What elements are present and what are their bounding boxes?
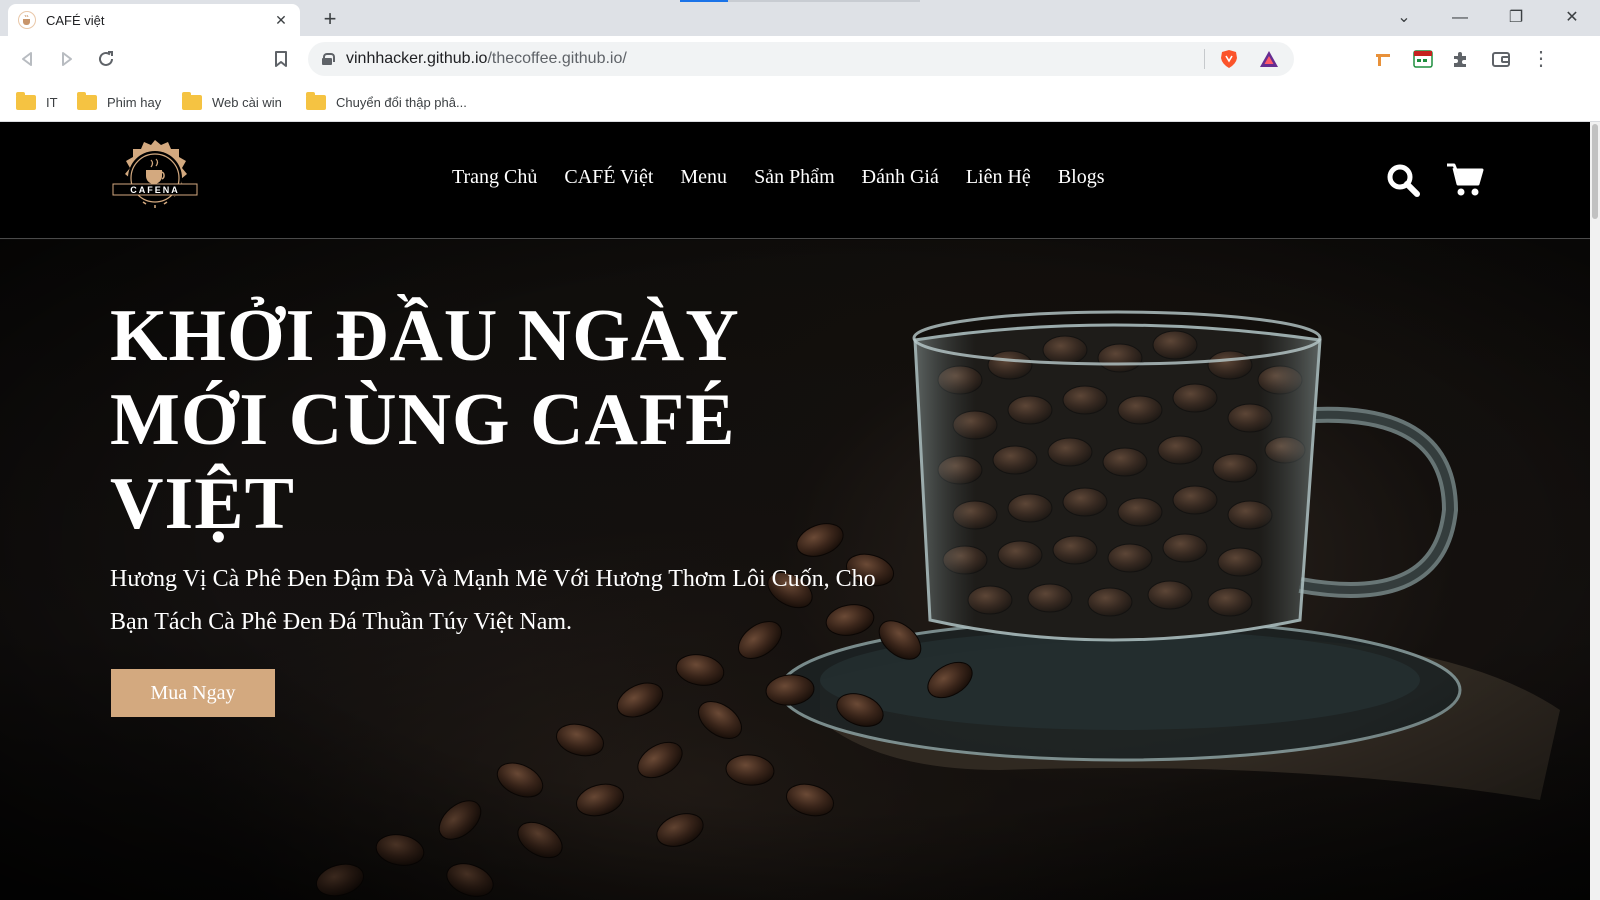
- reload-icon[interactable]: [93, 46, 119, 72]
- folder-icon: [16, 91, 36, 110]
- new-tab-button[interactable]: +: [316, 6, 344, 34]
- bookmark-icon[interactable]: [268, 46, 294, 72]
- minimize-button[interactable]: —: [1440, 6, 1480, 30]
- loading-track: [728, 0, 920, 2]
- close-tab-icon[interactable]: ✕: [272, 12, 290, 29]
- extension-calendar-icon[interactable]: [1410, 46, 1436, 72]
- bookmark-folder[interactable]: IT: [16, 90, 58, 114]
- tab-strip: CAFÉ việt ✕ + ⌄ — ❐ ✕: [0, 0, 1600, 36]
- cafena-logo[interactable]: CAFENA: [108, 138, 202, 218]
- browser-tab[interactable]: CAFÉ việt ✕: [8, 4, 300, 36]
- bookmark-label: Phim hay: [107, 94, 162, 110]
- scrollbar-thumb[interactable]: [1592, 124, 1598, 219]
- lock-icon: [322, 53, 335, 65]
- restore-button[interactable]: ❐: [1496, 6, 1536, 30]
- nav-trang-chu[interactable]: Trang Chủ: [452, 166, 537, 189]
- bookmark-label: Web cài win: [212, 94, 282, 110]
- buy-now-button[interactable]: Mua Ngay: [111, 669, 275, 717]
- close-window-button[interactable]: ✕: [1552, 6, 1592, 30]
- address-bar[interactable]: vinhhacker.github.io/thecoffee.github.io…: [308, 42, 1294, 76]
- coffee-favicon-icon: [18, 11, 36, 29]
- main-nav: Trang Chủ CAFÉ Việt Menu Sản Phẩm Đánh G…: [452, 166, 1105, 189]
- site-header: CAFENA Trang Chủ CAFÉ Việt Menu Sản Phẩm…: [0, 122, 1590, 239]
- bookmark-label: IT: [46, 94, 58, 110]
- nav-menu[interactable]: Menu: [680, 166, 727, 189]
- nav-danh-gia[interactable]: Đánh Giá: [862, 166, 939, 189]
- folder-icon: [77, 91, 97, 110]
- wallet-icon[interactable]: [1488, 46, 1514, 72]
- page-viewport: CAFENA Trang Chủ CAFÉ Việt Menu Sản Phẩm…: [0, 122, 1600, 900]
- extensions-puzzle-icon[interactable]: [1448, 46, 1474, 72]
- nav-blogs[interactable]: Blogs: [1058, 166, 1105, 189]
- bookmark-folder[interactable]: Web cài win: [182, 90, 282, 114]
- bookmark-folder[interactable]: Phim hay: [77, 90, 161, 114]
- hero-title: KHỞI ĐẦU NGÀY MỚI CÙNG CAFÉ VIỆT: [110, 295, 737, 545]
- nav-cafe-viet[interactable]: CAFÉ Việt: [564, 166, 653, 189]
- cart-icon[interactable]: [1446, 162, 1484, 198]
- nav-san-pham[interactable]: Sản Phẩm: [754, 166, 835, 189]
- logo-text: CAFENA: [130, 185, 180, 195]
- omnibox-divider: [1204, 49, 1205, 69]
- brave-rewards-icon[interactable]: [1258, 48, 1280, 70]
- hero-subtitle: Hương Vị Cà Phê Đen Đậm Đà Và Mạnh Mẽ Vớ…: [110, 566, 876, 635]
- folder-icon: [182, 91, 202, 110]
- extension-ruler-icon[interactable]: [1370, 46, 1396, 72]
- loading-indicator: [680, 0, 728, 2]
- tab-title: CAFÉ việt: [46, 12, 105, 28]
- page-scrollbar[interactable]: [1590, 122, 1600, 900]
- nav-lien-he[interactable]: Liên Hệ: [966, 166, 1031, 189]
- menu-icon[interactable]: ⋮: [1528, 46, 1554, 72]
- bookmark-label: Chuyển đổi thập phâ...: [336, 94, 467, 110]
- tab-search-icon[interactable]: ⌄: [1384, 6, 1424, 30]
- hero-section: KHỞI ĐẦU NGÀY MỚI CÙNG CAFÉ VIỆT Hương V…: [0, 240, 1590, 900]
- folder-icon: [306, 91, 326, 110]
- back-icon[interactable]: [14, 46, 40, 72]
- bookmark-folder[interactable]: Chuyển đổi thập phâ...: [306, 90, 467, 114]
- search-icon[interactable]: [1385, 162, 1421, 198]
- forward-icon[interactable]: [54, 46, 80, 72]
- bookmarks-bar: IT Phim hay Web cài win Chuyển đổi thập …: [0, 82, 1600, 122]
- browser-toolbar: vinhhacker.github.io/thecoffee.github.io…: [0, 36, 1600, 82]
- brave-shields-icon[interactable]: [1218, 48, 1240, 70]
- url-path: /thecoffee.github.io/: [487, 50, 627, 67]
- url-host: vinhhacker.github.io: [346, 50, 488, 67]
